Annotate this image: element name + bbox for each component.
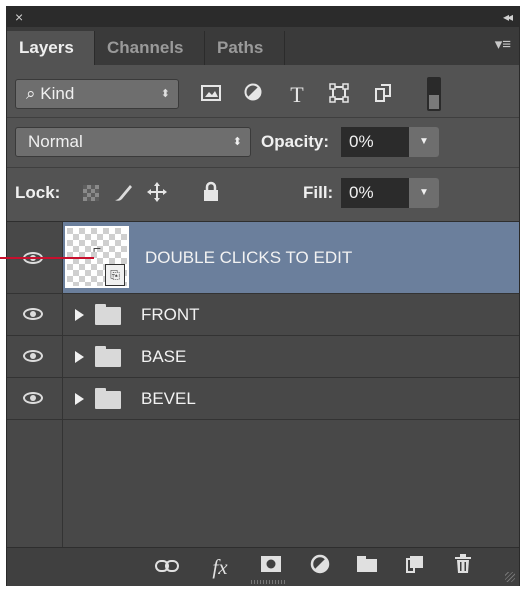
lock-transparency-icon[interactable] — [83, 185, 99, 201]
folder-icon — [95, 346, 121, 367]
eye-icon[interactable] — [23, 350, 43, 362]
layer-name[interactable]: DOUBLE CLICKS TO EDIT — [145, 248, 352, 268]
fill-field[interactable]: 0% — [341, 178, 409, 208]
disclosure-triangle-icon[interactable] — [75, 309, 84, 321]
select-arrow-icon: ⬍ — [160, 88, 170, 100]
close-icon[interactable]: × — [15, 8, 23, 26]
blend-row: Normal ⬍ Opacity: 0% ▼ — [7, 119, 519, 161]
layer-row[interactable]: BASE — [7, 336, 519, 378]
new-group-icon[interactable] — [353, 554, 381, 580]
layer-row[interactable]: BEVEL — [7, 378, 519, 420]
opacity-field[interactable]: 0% — [341, 127, 409, 157]
annotation-pointer-line — [0, 257, 94, 259]
new-layer-icon[interactable] — [401, 554, 429, 580]
filter-row: ⌕ Kind ⬍ T — [7, 69, 519, 111]
layers-panel: × ◂◂ Layers Channels Paths ▾≡ ⌕ Kind ⬍ T — [6, 6, 520, 586]
filter-kind-select[interactable]: ⌕ Kind ⬍ — [15, 79, 179, 109]
blend-mode-label: Normal — [28, 132, 83, 151]
filter-toggle-switch[interactable] — [427, 77, 441, 111]
divider — [7, 167, 519, 168]
disclosure-triangle-icon[interactable] — [75, 351, 84, 363]
layer-name[interactable]: BEVEL — [141, 389, 196, 409]
lock-label: Lock: — [15, 183, 61, 202]
image-filter-icon[interactable] — [199, 83, 223, 107]
collapse-icon[interactable]: ◂◂ — [503, 8, 513, 26]
tab-channels[interactable]: Channels — [95, 31, 205, 65]
panel-tabs: Layers Channels Paths ▾≡ — [7, 27, 519, 65]
opacity-dropdown-button[interactable]: ▼ — [409, 127, 439, 157]
layers-bottom-toolbar: fx — [7, 547, 519, 586]
lock-all-icon[interactable] — [199, 181, 223, 205]
tab-layers[interactable]: Layers — [7, 31, 95, 65]
search-icon: ⌕ — [26, 84, 36, 103]
fill-dropdown-button[interactable]: ▼ — [409, 178, 439, 208]
smart-object-badge-icon: ⎘ — [105, 264, 125, 286]
lock-pixels-icon[interactable] — [111, 181, 135, 205]
visibility-cell[interactable] — [7, 378, 63, 419]
folder-icon — [95, 388, 121, 409]
lock-position-icon[interactable] — [145, 181, 169, 205]
eye-icon[interactable] — [23, 392, 43, 404]
adjustment-layer-icon[interactable] — [305, 554, 335, 580]
visibility-cell[interactable] — [7, 336, 63, 377]
visibility-cell[interactable] — [7, 294, 63, 335]
link-icon[interactable] — [153, 554, 181, 580]
layer-row[interactable]: FRONT — [7, 294, 519, 336]
blend-mode-select[interactable]: Normal ⬍ — [15, 127, 251, 157]
eye-icon[interactable] — [23, 308, 43, 320]
trash-icon[interactable] — [449, 554, 477, 580]
mask-icon[interactable] — [257, 554, 285, 580]
panel-resize-handle[interactable] — [505, 572, 515, 582]
empty-visibility-column — [7, 420, 63, 548]
layer-name[interactable]: FRONT — [141, 305, 200, 325]
layer-name[interactable]: BASE — [141, 347, 186, 367]
layers-list: ⌐ ⎘ DOUBLE CLICKS TO EDIT FRONT BASE BEV… — [7, 221, 519, 548]
resize-grip[interactable] — [251, 580, 285, 584]
type-filter-icon[interactable]: T — [285, 83, 309, 107]
smart-object-filter-icon[interactable] — [371, 83, 395, 107]
folder-icon — [95, 304, 121, 325]
opacity-label: Opacity: — [261, 132, 330, 151]
fill-label: Fill: — [303, 183, 334, 202]
shape-filter-icon[interactable] — [327, 83, 351, 107]
panel-menu-icon[interactable]: ▾≡ — [495, 35, 511, 53]
adjustment-filter-icon[interactable] — [241, 83, 265, 107]
select-arrow-icon: ⬍ — [232, 136, 242, 148]
divider — [7, 117, 519, 118]
disclosure-triangle-icon[interactable] — [75, 393, 84, 405]
text-glyph-icon: ⌐ — [93, 240, 102, 256]
panel-titlebar: × ◂◂ — [7, 7, 519, 27]
tab-paths[interactable]: Paths — [205, 31, 285, 65]
fx-icon[interactable]: fx — [203, 554, 237, 580]
filter-kind-label: Kind — [40, 84, 75, 103]
